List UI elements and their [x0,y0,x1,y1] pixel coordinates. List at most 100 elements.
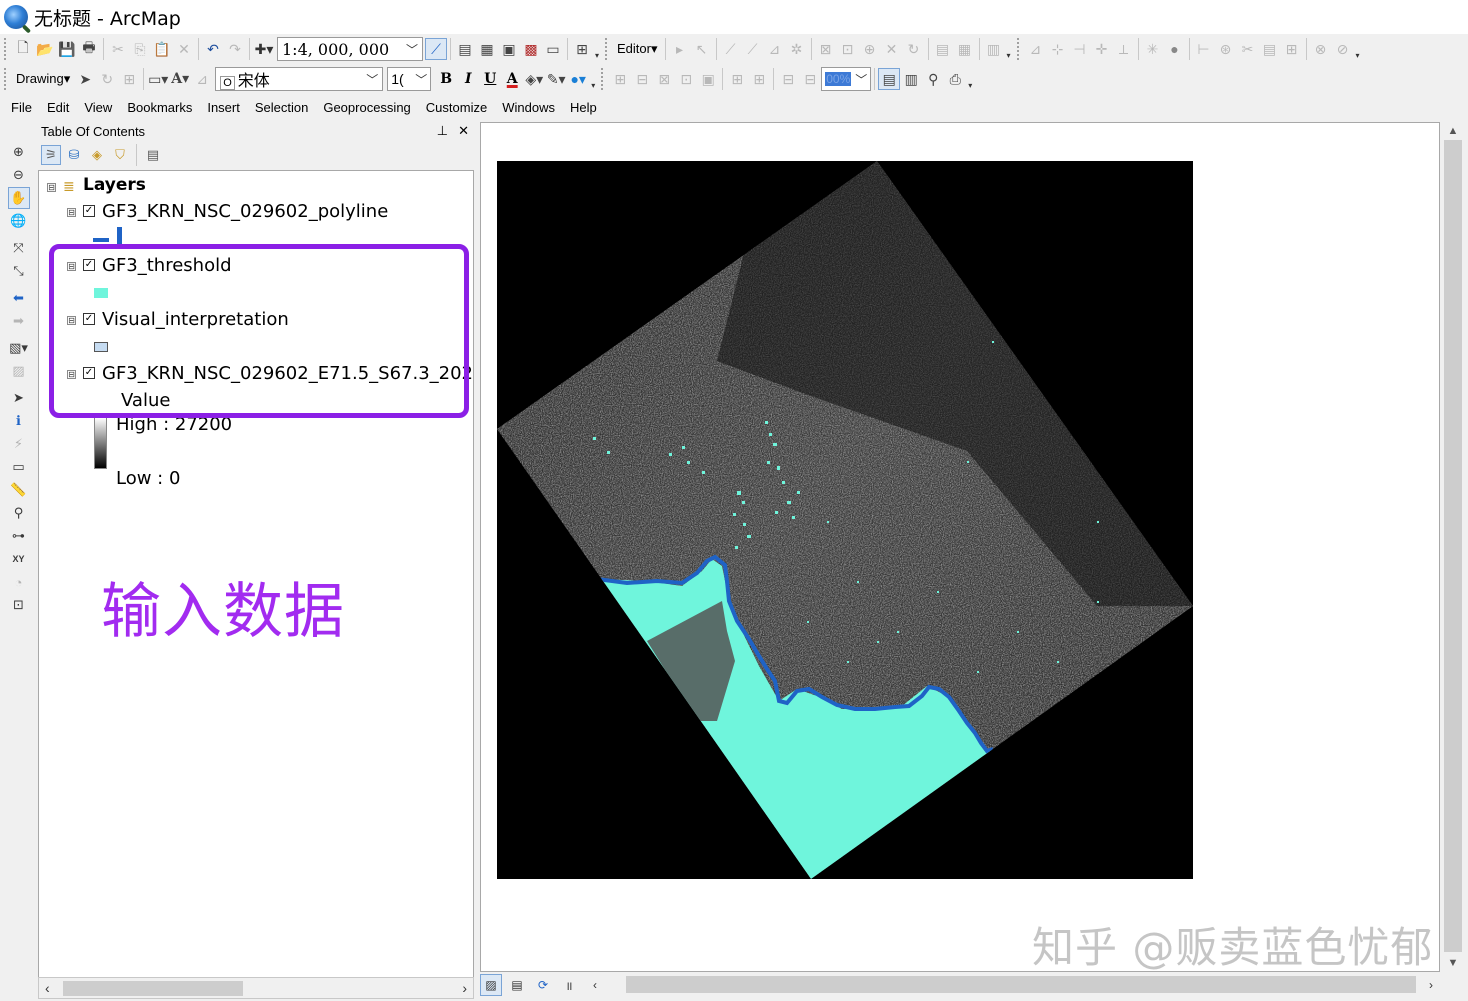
georef-1-icon[interactable]: ⊞ [609,68,631,90]
create-features-icon[interactable]: ▥ [983,38,1005,60]
bold-button[interactable]: B [435,68,457,90]
end-point-arc-icon[interactable]: ⟋ [742,38,764,60]
toolbar-overflow-icon[interactable]: ▾ [593,38,601,60]
new-document-icon[interactable]: 🗋 [12,38,34,60]
scroll-down-icon[interactable]: ▼ [1440,954,1466,972]
menu-windows[interactable]: Windows [502,100,555,115]
list-by-visibility-icon[interactable]: ◈ [87,145,107,165]
edit-annotation-icon[interactable]: ↖ [691,38,713,60]
fixed-zoom-in-icon[interactable]: ⤧ [8,237,30,259]
font-size-combo[interactable]: 1( ﹀ [387,67,432,91]
text-tool-icon[interactable]: A▾ [169,68,191,90]
export-icon[interactable]: ⎙ [944,68,966,90]
pan-icon[interactable]: ✋ [7,187,30,209]
font-color-button[interactable]: A [501,68,523,90]
reshape-icon[interactable]: ⊡ [837,38,859,60]
data-view-icon[interactable]: ▨ [480,974,502,996]
close-icon[interactable]: ✕ [458,123,469,139]
back-arrow-icon[interactable]: ⬅ [8,287,30,309]
list-by-source-icon[interactable]: ⛁ [64,145,84,165]
grid-icon[interactable]: ⊞ [1281,38,1303,60]
menu-edit[interactable]: Edit [47,100,69,115]
identify-icon[interactable]: ℹ [8,410,30,432]
scrollbar-thumb[interactable] [1444,140,1462,952]
rotate-element-icon[interactable]: ↻ [96,68,118,90]
edit-vertices-draw-icon[interactable]: ⊿ [191,68,213,90]
menu-customize[interactable]: Customize [426,100,487,115]
scroll-left-icon[interactable]: ‹ [45,980,50,996]
forward-arrow-icon[interactable]: ➡ [8,310,30,332]
georef-3-icon[interactable]: ⊠ [653,68,675,90]
effects-4-icon[interactable]: ⊟ [799,68,821,90]
editor-toolbar-icon[interactable]: ⟋ [425,38,447,60]
map-canvas[interactable] [497,161,1193,879]
refresh-icon[interactable]: ⟳ [532,974,554,996]
toolbar-handle[interactable] [4,68,8,90]
undo-icon[interactable]: ↶ [202,38,224,60]
extend-icon[interactable]: ⊣ [1069,38,1091,60]
toolbar-handle[interactable] [4,38,8,60]
trace-icon[interactable]: ⊿ [764,38,786,60]
add-data-icon[interactable]: ✚▾ [253,38,275,60]
time-slider-icon[interactable]: ◔ [8,571,30,593]
toc-horizontal-scrollbar[interactable]: ‹ › [38,977,474,999]
menu-geoprocessing[interactable]: Geoprocessing [323,100,410,115]
copy-icon[interactable]: ⎘ [129,38,151,60]
edit-tool-icon[interactable]: ▸ [669,38,691,60]
paste-icon[interactable]: 📋 [151,38,173,60]
underline-button[interactable]: U [479,68,501,90]
options-icon[interactable]: ▤ [143,145,163,165]
georef-4-icon[interactable]: ⊡ [675,68,697,90]
toolbar-handle[interactable] [1016,38,1021,60]
explode-icon[interactable]: ✳ [1142,38,1164,60]
chevron-down-icon[interactable]: ﹀ [406,41,418,58]
page-icon[interactable]: ▥ [900,68,922,90]
menu-insert[interactable]: Insert [207,100,240,115]
layers-group-name[interactable]: Layers [83,175,146,195]
scrollbar-thumb[interactable] [63,981,243,996]
scroll-right-icon[interactable]: › [462,980,467,996]
straight-segment-icon[interactable]: ⟋ [720,38,742,60]
scroll-left-icon[interactable]: ‹ [584,974,606,996]
transparency-combo[interactable]: 00% ﹀ [821,67,872,91]
catalog-icon[interactable]: ▦ [476,38,498,60]
create-viewer-icon[interactable]: ⊡ [8,594,30,616]
pin-icon[interactable]: ⊥ [437,123,448,139]
marker-color-icon[interactable]: ●▾ [567,68,589,90]
open-folder-icon[interactable]: 📂 [34,38,56,60]
cut-icon[interactable]: ✂ [107,38,129,60]
toolbar-overflow-icon[interactable]: ▾ [589,68,597,90]
georef-5-icon[interactable]: ▣ [697,68,719,90]
map-horizontal-scrollbar-thumb[interactable] [626,976,1416,993]
hyperlink-icon[interactable]: ⚡ [8,433,30,455]
smooth-icon[interactable]: ⊘ [1332,38,1354,60]
trim-icon[interactable]: ✛ [1091,38,1113,60]
toolbar-handle[interactable] [605,38,609,60]
rectangle-icon[interactable]: ▭▾ [147,68,169,90]
toolbar-overflow-icon[interactable]: ▾ [1354,38,1362,60]
list-by-drawing-order-icon[interactable]: ⚞ [41,145,61,165]
toolbar-handle[interactable] [601,68,605,90]
measure-icon[interactable]: 📏 [8,479,30,501]
map-vertical-scrollbar[interactable]: ▲ ▼ [1440,122,1466,972]
zoom-out-icon[interactable]: ⊖ [8,164,30,186]
line-intersection-icon[interactable]: ⟂ [1113,38,1135,60]
python-window-icon[interactable]: ▭ [542,38,564,60]
map-scale-combo[interactable]: 1:4, 000, 000 ﹀ [277,37,423,61]
layer-name[interactable]: GF3_KRN_NSC_029602_polyline [102,201,388,222]
model-builder-icon[interactable]: ⊞ [571,38,593,60]
merge-icon[interactable]: ⊢ [1193,38,1215,60]
drawing-menu-button[interactable]: Drawing▾ [12,71,74,87]
menu-file[interactable]: File [11,100,32,115]
scroll-right-icon[interactable]: › [1420,974,1442,996]
map-data-frame[interactable] [497,161,1193,879]
fill-color-icon[interactable]: ◈▾ [523,68,545,90]
print-icon[interactable]: 🖶 [78,38,100,60]
chevron-down-icon[interactable]: ﹀ [415,71,427,88]
menu-selection[interactable]: Selection [255,100,308,115]
globe-sphere-icon[interactable]: ● [1164,38,1186,60]
edit-vertices-icon[interactable]: ⊠ [815,38,837,60]
arctoolbox-icon[interactable]: ▩ [520,38,542,60]
fixed-zoom-out-icon[interactable]: ⤡ [8,260,30,282]
font-name-combo[interactable]: O 宋体 ﹀ [215,67,384,91]
